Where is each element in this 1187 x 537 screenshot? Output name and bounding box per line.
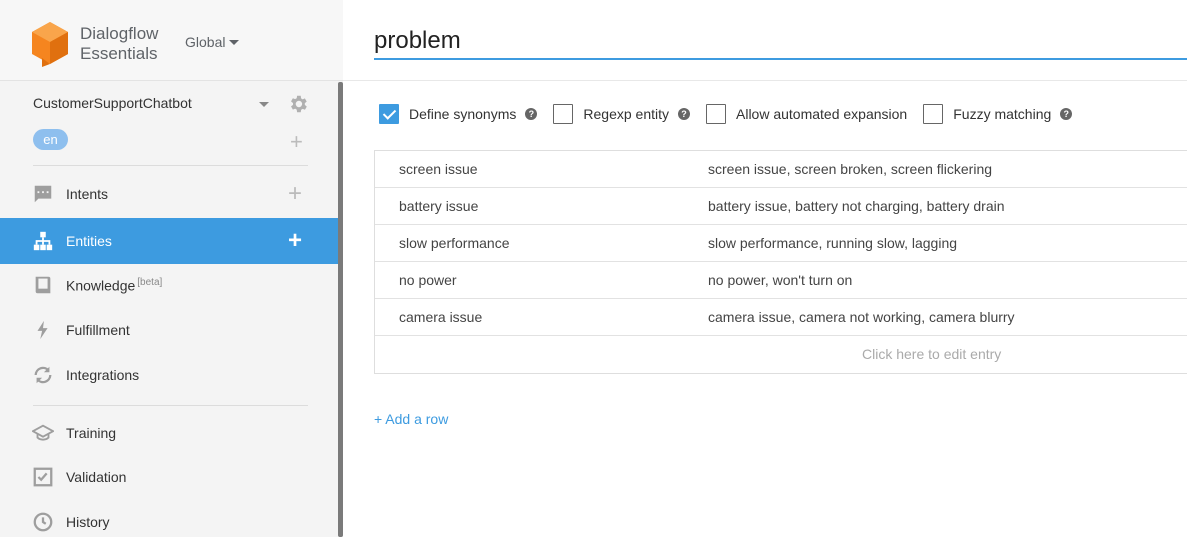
reference-value[interactable]: camera issue	[399, 309, 482, 325]
table-row[interactable]: no power no power, won't turn on	[375, 262, 1187, 299]
agent-name: CustomerSupportChatbot	[33, 95, 192, 111]
bolt-icon	[37, 320, 48, 340]
divider	[33, 405, 308, 406]
sidebar-item-label: Fulfillment	[66, 322, 130, 338]
automated-expansion-checkbox[interactable]	[706, 104, 726, 124]
sidebar-item-training[interactable]: Training	[0, 410, 338, 456]
sidebar-item-label: History	[66, 514, 110, 530]
option-fuzzy-matching[interactable]: Fuzzy matching ?	[923, 104, 1073, 124]
add-intent-icon[interactable]: +	[288, 182, 302, 206]
sidebar-item-validation[interactable]: Validation	[0, 454, 338, 500]
sidebar-item-fulfillment[interactable]: Fulfillment	[0, 307, 338, 353]
agent-selector[interactable]: CustomerSupportChatbot	[33, 94, 313, 114]
title-bar: problem	[343, 0, 1187, 81]
synonyms[interactable]: screen issue, screen broken, screen flic…	[708, 161, 992, 177]
define-synonyms-checkbox[interactable]	[379, 104, 399, 124]
entity-name-input[interactable]: problem	[374, 26, 1187, 60]
clock-icon	[33, 512, 53, 532]
sidebar-item-history[interactable]: History	[0, 499, 338, 537]
entity-options: Define synonyms ? Regexp entity ? Allow …	[379, 103, 1088, 125]
add-language-icon[interactable]: +	[290, 131, 303, 153]
synonyms[interactable]: battery issue, battery not charging, bat…	[708, 198, 1005, 214]
synonyms[interactable]: slow performance, running slow, lagging	[708, 235, 957, 251]
synonyms[interactable]: camera issue, camera not working, camera…	[708, 309, 1015, 325]
sync-icon	[34, 366, 52, 384]
check-box-icon	[33, 467, 53, 487]
graduation-cap-icon	[32, 424, 54, 441]
help-icon[interactable]: ?	[1060, 108, 1073, 120]
sidebar-item-label: Intents	[66, 186, 109, 202]
fuzzy-matching-checkbox[interactable]	[923, 104, 944, 124]
sidebar: Dialogflow Essentials Global CustomerSup…	[0, 0, 343, 537]
sidebar-item-label: Validation	[66, 469, 127, 485]
option-automated-expansion[interactable]: Allow automated expansion	[706, 104, 907, 124]
sidebar-item-entities[interactable]: Entities +	[0, 218, 338, 264]
table-row[interactable]: battery issue battery issue, battery not…	[375, 188, 1187, 225]
beta-badge: [beta]	[137, 276, 163, 288]
table-row[interactable]: screen issue screen issue, screen broken…	[375, 151, 1187, 188]
reference-value[interactable]: no power	[399, 272, 457, 288]
synonyms[interactable]: no power, won't turn on	[708, 272, 852, 288]
add-row-link[interactable]: + Add a row	[374, 411, 448, 427]
table-row[interactable]: slow performance slow performance, runni…	[375, 225, 1187, 262]
option-define-synonyms[interactable]: Define synonyms ?	[379, 104, 538, 124]
sidebar-item-intents[interactable]: Intents +	[0, 171, 338, 217]
reference-value[interactable]: screen issue	[399, 161, 478, 177]
table-row[interactable]: camera issue camera issue, camera not wo…	[375, 299, 1187, 336]
main-content: problem Define synonyms ? Regexp entity …	[343, 0, 1187, 537]
language-badge[interactable]: en	[33, 129, 68, 150]
help-icon[interactable]: ?	[678, 108, 690, 120]
reference-value[interactable]: battery issue	[399, 198, 478, 214]
product-name: Dialogflow Essentials	[80, 24, 159, 63]
gear-icon[interactable]	[287, 93, 309, 115]
sidebar-item-label: Training	[66, 425, 117, 441]
region-selector[interactable]: Global	[185, 34, 240, 50]
sidebar-item-label: Integrations	[66, 367, 140, 383]
dialogflow-logo[interactable]	[30, 20, 70, 68]
help-icon[interactable]: ?	[525, 108, 538, 120]
add-entity-icon[interactable]: +	[288, 229, 302, 253]
chat-icon	[34, 185, 52, 203]
sidebar-item-label: Entities	[66, 233, 112, 249]
brand-header: Dialogflow Essentials Global	[0, 0, 343, 81]
option-regexp-entity[interactable]: Regexp entity ?	[553, 104, 690, 124]
new-entry-row[interactable]: Click here to edit entry	[375, 336, 1187, 373]
sidebar-item-label: Knowledge [beta]	[66, 276, 163, 294]
regexp-entity-checkbox[interactable]	[553, 104, 574, 124]
entity-entries-table: screen issue screen issue, screen broken…	[374, 150, 1187, 374]
hierarchy-icon	[33, 231, 53, 251]
sidebar-item-knowledge[interactable]: Knowledge [beta]	[0, 262, 338, 308]
chevron-down-icon[interactable]	[259, 102, 269, 107]
chevron-down-icon	[229, 39, 240, 45]
book-icon	[35, 276, 51, 294]
divider	[33, 165, 308, 166]
sidebar-item-integrations[interactable]: Integrations	[0, 352, 338, 398]
edit-entry-placeholder[interactable]: Click here to edit entry	[862, 346, 1001, 362]
reference-value[interactable]: slow performance	[399, 235, 510, 251]
